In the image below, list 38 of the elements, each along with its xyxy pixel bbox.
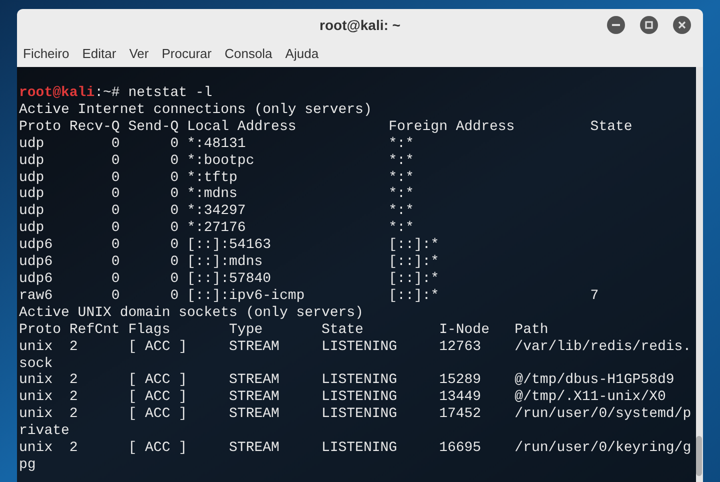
output-line: pg xyxy=(19,456,37,474)
output-line: udp 0 0 *:27176 *:* xyxy=(19,220,415,238)
scrollbar-thumb[interactable] xyxy=(696,436,702,476)
output-line: udp6 0 0 [::]:54163 [::]:* xyxy=(19,237,440,254)
menu-item[interactable]: Consola xyxy=(224,44,274,64)
output-line: unix 2 [ ACC ] STREAM LISTENING 12763 /var/lib/redis/redis. xyxy=(19,338,692,356)
menu-item[interactable]: Editar xyxy=(81,44,118,64)
output-line: udp6 0 0 [::]:57840 [::]:* xyxy=(19,270,440,288)
output-line: udp 0 0 *:tftp *:* xyxy=(19,170,415,186)
output-line: unix 2 [ ACC ] STREAM LISTENING 13449 @/tmp/.X11-unix/X0 xyxy=(19,389,667,406)
output-line: udp 0 0 *:mdns *:* xyxy=(19,186,415,204)
output-line: sock xyxy=(19,356,54,372)
output-line: Proto Recv-Q Send-Q Local Address Foreign Address State xyxy=(19,118,634,136)
window-title: root@kali: ~ xyxy=(320,16,400,34)
output-line: unix 2 [ ACC ] STREAM LISTENING 16695 /run/user/0/keyring/g xyxy=(19,440,692,457)
maximize-button[interactable] xyxy=(640,16,658,34)
menu-item[interactable]: Ficheiro xyxy=(22,44,70,64)
minimize-button[interactable] xyxy=(607,16,625,34)
menu-item[interactable]: Ajuda xyxy=(284,44,320,64)
output-line: unix 2 [ ACC ] STREAM LISTENING 15289 @/tmp/dbus-H1GP58d9 xyxy=(19,372,676,390)
output-line: udp 0 0 *:48131 *:* xyxy=(19,136,415,153)
output-line: raw6 0 0 [::]:ipv6-icmp [::]:* 7 xyxy=(19,288,600,305)
menu-item[interactable]: Procurar xyxy=(160,44,213,64)
command-line: root@kali:~# netstat -l xyxy=(19,85,214,102)
output-line: udp 0 0 *:34297 *:* xyxy=(19,203,415,220)
close-icon xyxy=(678,21,686,29)
scrollbar[interactable] xyxy=(696,67,703,482)
minimize-icon xyxy=(612,24,620,26)
close-button[interactable] xyxy=(673,16,691,34)
output-line: udp 0 0 *:bootpc *:* xyxy=(19,152,415,170)
output-line: Active Internet connections (only servers) xyxy=(19,102,373,119)
output-line: Active UNIX domain sockets (only servers) xyxy=(19,304,364,322)
maximize-icon xyxy=(645,21,653,29)
output-line: Proto RefCnt Flags Type State I-Node Path xyxy=(19,322,550,339)
output-line: unix 2 [ ACC ] STREAM LISTENING 17452 /run/user/0/systemd/p xyxy=(19,406,692,424)
output-line: udp6 0 0 [::]:mdns [::]:* xyxy=(19,254,440,271)
menu-item[interactable]: Ver xyxy=(128,44,150,64)
output-line: rivate xyxy=(19,423,70,440)
